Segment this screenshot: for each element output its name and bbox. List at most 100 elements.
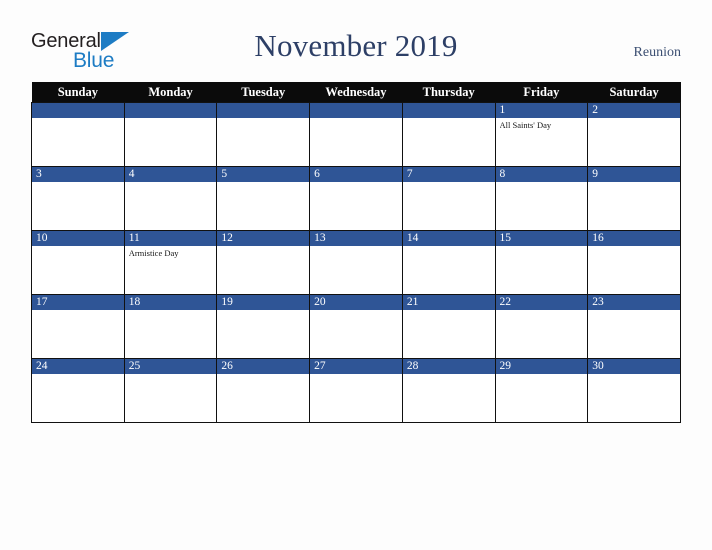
day-number: 22	[495, 295, 588, 310]
day-cell-inner: 27	[310, 359, 402, 422]
event-label: All Saints' Day	[499, 120, 552, 130]
day-cell[interactable]: 19	[216, 294, 311, 359]
day-events	[588, 182, 680, 184]
day-cell-inner: 12	[217, 231, 310, 294]
day-events: Armistice Day	[125, 246, 217, 259]
day-events	[125, 374, 217, 376]
day-cell[interactable]	[123, 102, 218, 167]
weekday-header-thursday: Thursday	[402, 82, 496, 103]
day-cell[interactable]	[216, 102, 311, 167]
day-cell-inner: 24	[32, 359, 124, 422]
page-header: General Blue November 2019 Reunion	[0, 0, 712, 82]
page-title: November 2019	[254, 28, 458, 63]
day-events	[403, 310, 495, 312]
day-cell[interactable]: 8	[494, 166, 589, 231]
day-number: 12	[217, 231, 310, 246]
day-cell[interactable]: 13	[309, 230, 403, 295]
day-cell[interactable]: 9	[587, 166, 681, 231]
day-number: 18	[124, 295, 217, 310]
day-cell[interactable]: 28	[401, 358, 496, 423]
day-cell[interactable]: 24	[31, 358, 125, 423]
day-cell[interactable]: 25	[123, 358, 218, 423]
day-number: 25	[124, 359, 217, 374]
day-cell[interactable]: 11 Armistice Day	[123, 230, 218, 295]
day-cell[interactable]: 15	[494, 230, 589, 295]
day-cell[interactable]: 30	[587, 358, 681, 423]
day-cell[interactable]: 4	[123, 166, 218, 231]
day-cell[interactable]: 23	[587, 294, 681, 359]
day-cell-inner: 30	[588, 359, 680, 422]
day-cell[interactable]: 10	[31, 230, 125, 295]
day-cell-inner: 19	[217, 295, 310, 358]
day-number: 27	[310, 359, 402, 374]
day-events	[32, 374, 124, 376]
day-cell-inner: 17	[32, 295, 124, 358]
day-events	[403, 246, 495, 248]
event-label: Armistice Day	[128, 248, 179, 258]
day-number: 11	[124, 231, 217, 246]
day-cell-inner: 13	[310, 231, 402, 294]
weekday-header-wednesday: Wednesday	[309, 82, 403, 103]
day-number: 10	[32, 231, 124, 246]
day-cell[interactable]: 12	[216, 230, 311, 295]
day-cell-inner: 10	[32, 231, 124, 294]
day-cell-inner: 29	[495, 359, 588, 422]
day-cell[interactable]: 29	[494, 358, 589, 423]
day-events	[32, 182, 124, 184]
day-events	[403, 374, 495, 376]
day-cell-inner	[124, 103, 217, 166]
day-number: 28	[402, 359, 495, 374]
day-cell[interactable]: 16	[587, 230, 681, 295]
day-cell-inner: 9	[588, 167, 680, 230]
day-cell[interactable]: 3	[31, 166, 125, 231]
day-cell-inner: 18	[124, 295, 217, 358]
day-cell-inner: 14	[402, 231, 495, 294]
day-number: 1	[495, 103, 588, 118]
day-events	[310, 310, 402, 312]
day-cell[interactable]	[309, 102, 403, 167]
day-events	[588, 310, 680, 312]
day-events	[125, 118, 217, 120]
day-cell[interactable]	[31, 102, 125, 167]
day-cell[interactable]: 7	[401, 166, 496, 231]
weekday-header-monday: Monday	[124, 82, 217, 103]
day-events	[125, 182, 217, 184]
day-events	[496, 182, 588, 184]
day-cell-inner	[217, 103, 310, 166]
day-cell-inner	[310, 103, 402, 166]
day-cell[interactable]: 20	[309, 294, 403, 359]
day-cell-inner: 23	[588, 295, 680, 358]
day-number	[124, 103, 217, 118]
day-events	[588, 118, 680, 120]
day-cell-inner: 16	[588, 231, 680, 294]
week-row: 24 25 26 27 28 29 30	[31, 358, 681, 423]
day-cell[interactable]: 5	[216, 166, 311, 231]
day-events	[310, 374, 402, 376]
day-cell[interactable]: 17	[31, 294, 125, 359]
day-cell[interactable]: 2	[587, 102, 681, 167]
day-cell[interactable]: 22	[494, 294, 589, 359]
day-cell[interactable]: 14	[401, 230, 496, 295]
day-number: 15	[495, 231, 588, 246]
day-events	[496, 310, 588, 312]
day-number: 16	[588, 231, 680, 246]
day-number: 6	[310, 167, 402, 182]
weekday-header-friday: Friday	[495, 82, 588, 103]
day-cell[interactable]: 1 All Saints' Day	[494, 102, 589, 167]
day-number: 24	[32, 359, 124, 374]
day-cell[interactable]	[401, 102, 496, 167]
month-grid: Sunday Monday Tuesday Wednesday Thursday…	[31, 82, 681, 423]
day-cell-inner: 15	[495, 231, 588, 294]
day-cell[interactable]: 26	[216, 358, 311, 423]
day-cell[interactable]: 6	[309, 166, 403, 231]
weekday-header-saturday: Saturday	[587, 82, 681, 103]
day-number: 26	[217, 359, 310, 374]
week-row: 10 11 Armistice Day 12 13 14 15 16	[31, 230, 681, 295]
day-cell[interactable]: 27	[309, 358, 403, 423]
day-cell[interactable]: 21	[401, 294, 496, 359]
day-cell-inner: 7	[402, 167, 495, 230]
day-cell-inner: 6	[310, 167, 402, 230]
day-cell-inner: 4	[124, 167, 217, 230]
day-cell[interactable]: 18	[123, 294, 218, 359]
day-cell-inner: 20	[310, 295, 402, 358]
